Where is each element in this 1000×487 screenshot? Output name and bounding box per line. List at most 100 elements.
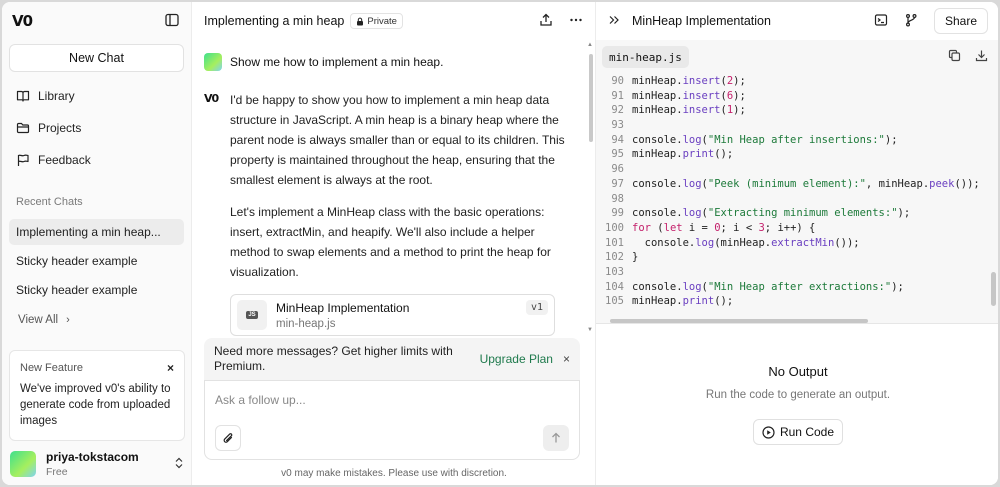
code-text: } — [632, 251, 639, 264]
version-badge: v1 — [525, 300, 548, 315]
recent-chat-item[interactable]: Sticky header example — [9, 277, 184, 303]
js-file-icon: JS — [237, 300, 267, 330]
code-text: console.log("Min Heap after extractions:… — [632, 280, 904, 293]
recent-chat-item[interactable]: Implementing a min heap... — [9, 219, 184, 245]
avatar — [10, 451, 36, 477]
code-text: minHeap.print(); — [632, 295, 734, 308]
line-number: 101 — [605, 236, 624, 249]
chat-scrollbar[interactable] — [589, 54, 593, 142]
more-icon[interactable] — [569, 13, 583, 30]
line-number: 103 — [605, 265, 624, 278]
assistant-message: V0 I'd be happy to show you how to imple… — [192, 76, 595, 336]
output-title: No Output — [768, 364, 828, 379]
code-line: 104 console.log("Min Heap after extractio… — [600, 280, 998, 295]
panel-header: MinHeap Implementation Share — [596, 2, 998, 40]
follow-up-input[interactable] — [205, 381, 579, 419]
line-number: 102 — [605, 251, 624, 264]
line-number: 104 — [605, 280, 624, 293]
line-number: 99 — [611, 207, 624, 220]
upgrade-plan-link[interactable]: Upgrade Plan — [480, 352, 553, 366]
code-text: minHeap.insert(6); — [632, 89, 746, 102]
toggle-sidebar-icon[interactable] — [165, 13, 179, 30]
chat-panel: Implementing a min heap Private Show me … — [192, 2, 596, 485]
code-line: 94 console.log("Min Heap after insertions… — [600, 133, 998, 148]
file-tab[interactable]: min-heap.js — [602, 46, 689, 68]
code-line: 96 — [600, 162, 998, 177]
line-number: 93 — [611, 119, 624, 132]
scroll-up-icon[interactable]: ▲ — [587, 42, 593, 48]
folder-icon — [16, 122, 30, 134]
code-text: for (let i = 0; i < 3; i++) { — [632, 221, 816, 234]
line-number: 98 — [611, 192, 624, 205]
code-editor[interactable]: min-heap.js 90 minHeap.insert(2); 91 minHea… — [596, 40, 998, 324]
sidebar-nav: Library Projects Feedback — [2, 80, 191, 176]
new-feature-card: New Feature × We've improved v0's abilit… — [9, 350, 185, 441]
flag-icon — [17, 154, 29, 166]
run-code-button[interactable]: Run Code — [752, 419, 844, 445]
sidebar: V0 New Chat Library Projects Feedback Re… — [2, 2, 192, 485]
sidebar-item-library[interactable]: Library — [2, 80, 191, 112]
code-line: 103 — [600, 265, 998, 280]
upgrade-banner: Need more messages? Get higher limits wi… — [204, 338, 580, 380]
user-menu[interactable]: priya-tokstacom Free — [2, 443, 192, 485]
code-vertical-scrollbar[interactable] — [991, 272, 996, 306]
copy-icon[interactable] — [948, 49, 961, 65]
code-line: 101 console.log(minHeap.extractMin()); — [600, 236, 998, 251]
recent-chats-label: Recent Chats — [16, 196, 83, 208]
assistant-paragraph: I'd be happy to show you how to implemen… — [230, 93, 565, 187]
code-line: 105 minHeap.print(); — [600, 294, 998, 309]
v0-logo[interactable]: V0 — [12, 12, 33, 30]
recent-chat-item[interactable]: Sticky header example — [9, 248, 184, 274]
new-feature-label: New Feature — [20, 362, 83, 374]
book-icon — [16, 90, 30, 102]
code-text: minHeap.insert(2); — [632, 75, 746, 87]
chat-composer — [204, 380, 580, 460]
code-artifact-card[interactable]: JS MinHeap Implementation min-heap.js v1 — [230, 294, 555, 336]
new-feature-body: We've improved v0's ability to generate … — [20, 383, 171, 427]
lock-icon — [357, 17, 364, 25]
line-number: 96 — [611, 163, 624, 176]
code-text: minHeap.insert(1); — [632, 104, 746, 117]
line-number: 105 — [605, 295, 624, 308]
artifact-title: MinHeap Implementation — [276, 300, 410, 315]
chevron-up-down-icon[interactable] — [174, 457, 184, 472]
line-number: 97 — [611, 177, 624, 190]
sidebar-item-projects[interactable]: Projects — [2, 112, 191, 144]
chat-title[interactable]: Implementing a min heap — [204, 14, 344, 28]
close-icon[interactable]: × — [167, 361, 174, 375]
sidebar-item-feedback[interactable]: Feedback — [2, 144, 191, 176]
send-button[interactable] — [543, 425, 569, 451]
chevron-right-icon: › — [66, 314, 70, 326]
share-icon[interactable] — [539, 13, 553, 30]
code-text: console.log("Extracting minimum elements… — [632, 207, 911, 220]
user-name: priya-tokstacom — [46, 450, 139, 464]
new-chat-button[interactable]: New Chat — [9, 44, 184, 72]
view-all-link[interactable]: View All › — [2, 307, 191, 333]
panel-title: MinHeap Implementation — [632, 14, 771, 28]
code-horizontal-scrollbar[interactable] — [610, 319, 868, 323]
app-window: V0 New Chat Library Projects Feedback Re… — [2, 2, 998, 485]
close-icon[interactable]: × — [563, 352, 570, 366]
scroll-down-icon[interactable]: ▼ — [587, 327, 593, 333]
share-button[interactable]: Share — [933, 8, 988, 34]
line-number: 90 — [611, 75, 624, 87]
chat-header: Implementing a min heap Private — [192, 2, 595, 40]
git-branch-icon[interactable] — [904, 13, 918, 30]
collapse-panel-icon[interactable] — [608, 14, 620, 29]
v0-logo: V0 — [204, 92, 219, 105]
file-bar: min-heap.js — [596, 40, 998, 74]
attach-button[interactable] — [215, 425, 241, 451]
code-panel: MinHeap Implementation Share min-heap.js — [596, 2, 998, 485]
sidebar-item-label: Projects — [38, 121, 82, 135]
private-badge[interactable]: Private — [350, 13, 403, 29]
paperclip-icon — [223, 432, 232, 443]
user-message-text: Show me how to implement a min heap. — [230, 55, 444, 69]
download-icon[interactable] — [975, 49, 988, 65]
line-number: 92 — [611, 104, 624, 117]
code-line: 98 — [600, 192, 998, 207]
sidebar-item-label: Library — [38, 89, 75, 103]
terminal-icon[interactable] — [874, 13, 888, 30]
artifact-filename: min-heap.js — [276, 317, 336, 330]
code-line: 92 minHeap.insert(1); — [600, 103, 998, 118]
output-subtitle: Run the code to generate an output. — [705, 389, 891, 401]
